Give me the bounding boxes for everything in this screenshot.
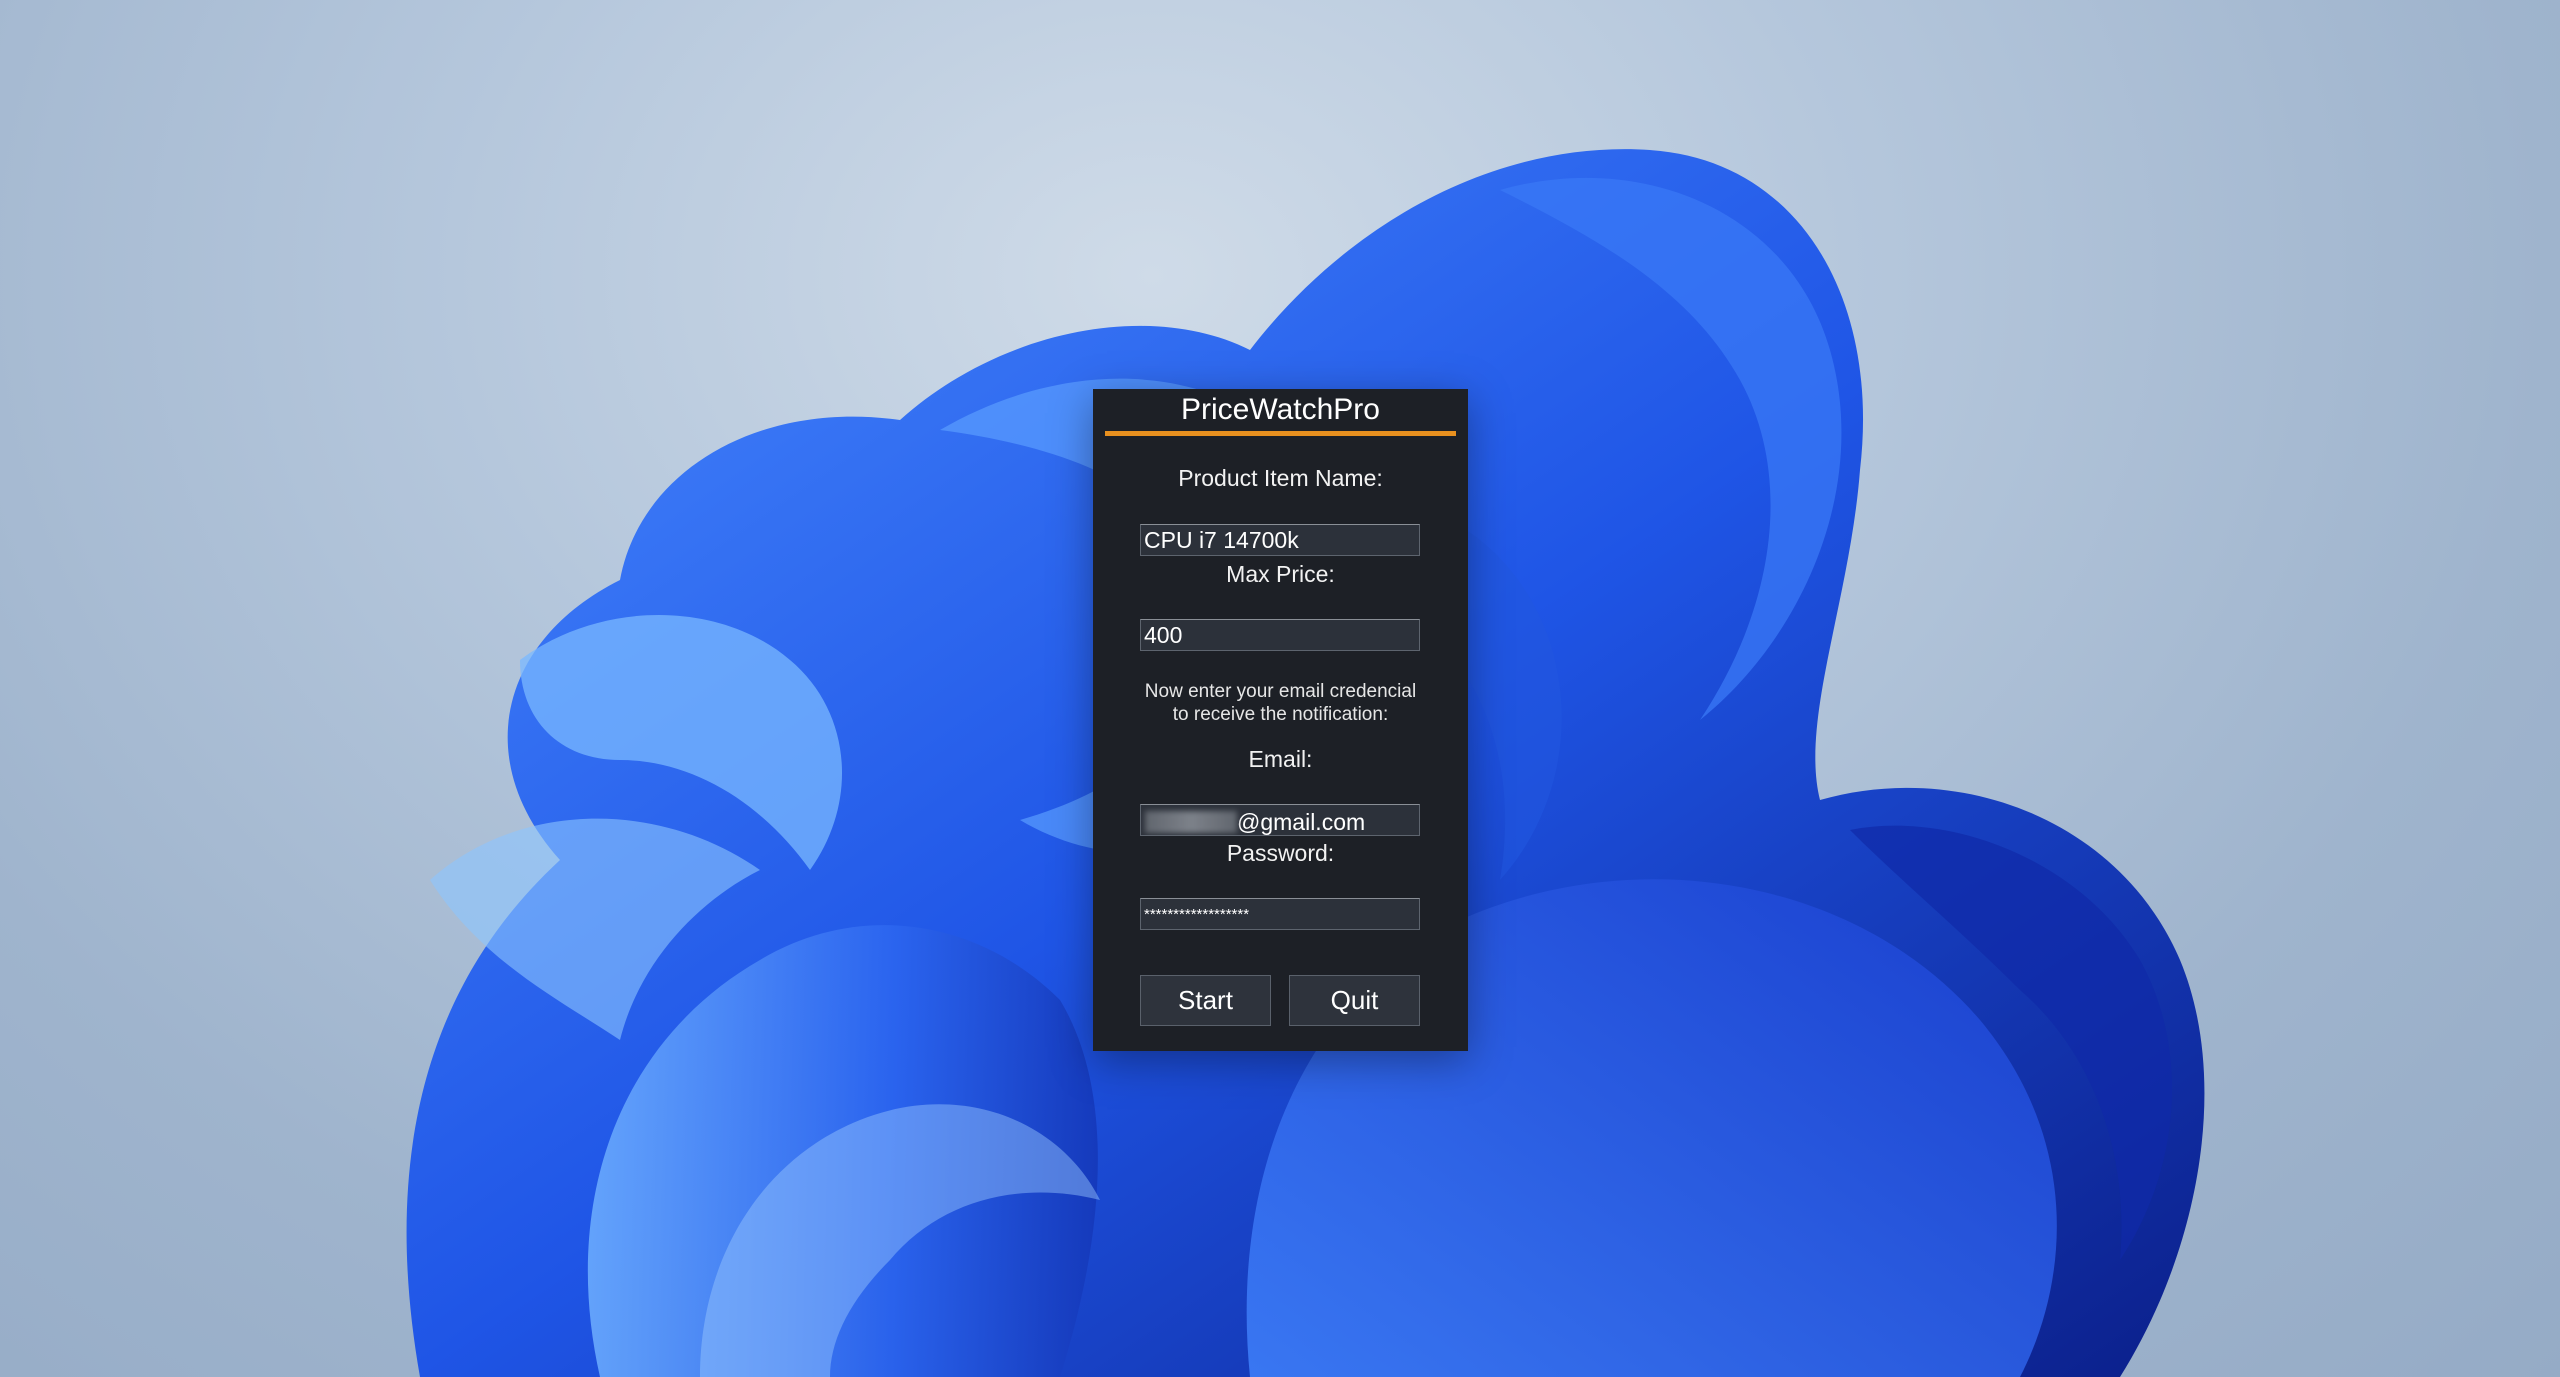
max-price-input[interactable] (1140, 619, 1420, 651)
start-button[interactable]: Start (1140, 975, 1271, 1026)
desktop: PriceWatchPro Product Item Name: Max Pri… (0, 0, 2560, 1377)
pricewatch-window: PriceWatchPro Product Item Name: Max Pri… (1093, 389, 1468, 1051)
title-accent-bar (1105, 431, 1456, 436)
app-title: PriceWatchPro (1181, 393, 1380, 426)
email-instruction-line-2: to receive the notification: (1172, 704, 1389, 725)
email-username-redacted (1145, 810, 1237, 833)
max-price-label: Max Price: (1226, 561, 1335, 587)
email-input[interactable]: @gmail.com (1140, 804, 1420, 836)
quit-button[interactable]: Quit (1289, 975, 1420, 1026)
password-input[interactable] (1140, 898, 1420, 930)
product-name-label: Product Item Name: (1178, 465, 1383, 491)
email-instruction-line-1: Now enter your email credencial (1144, 681, 1417, 702)
product-name-input[interactable] (1140, 524, 1420, 556)
password-label: Password: (1226, 840, 1335, 866)
email-domain-text: @gmail.com (1237, 808, 1366, 835)
email-label: Email: (1248, 746, 1313, 772)
